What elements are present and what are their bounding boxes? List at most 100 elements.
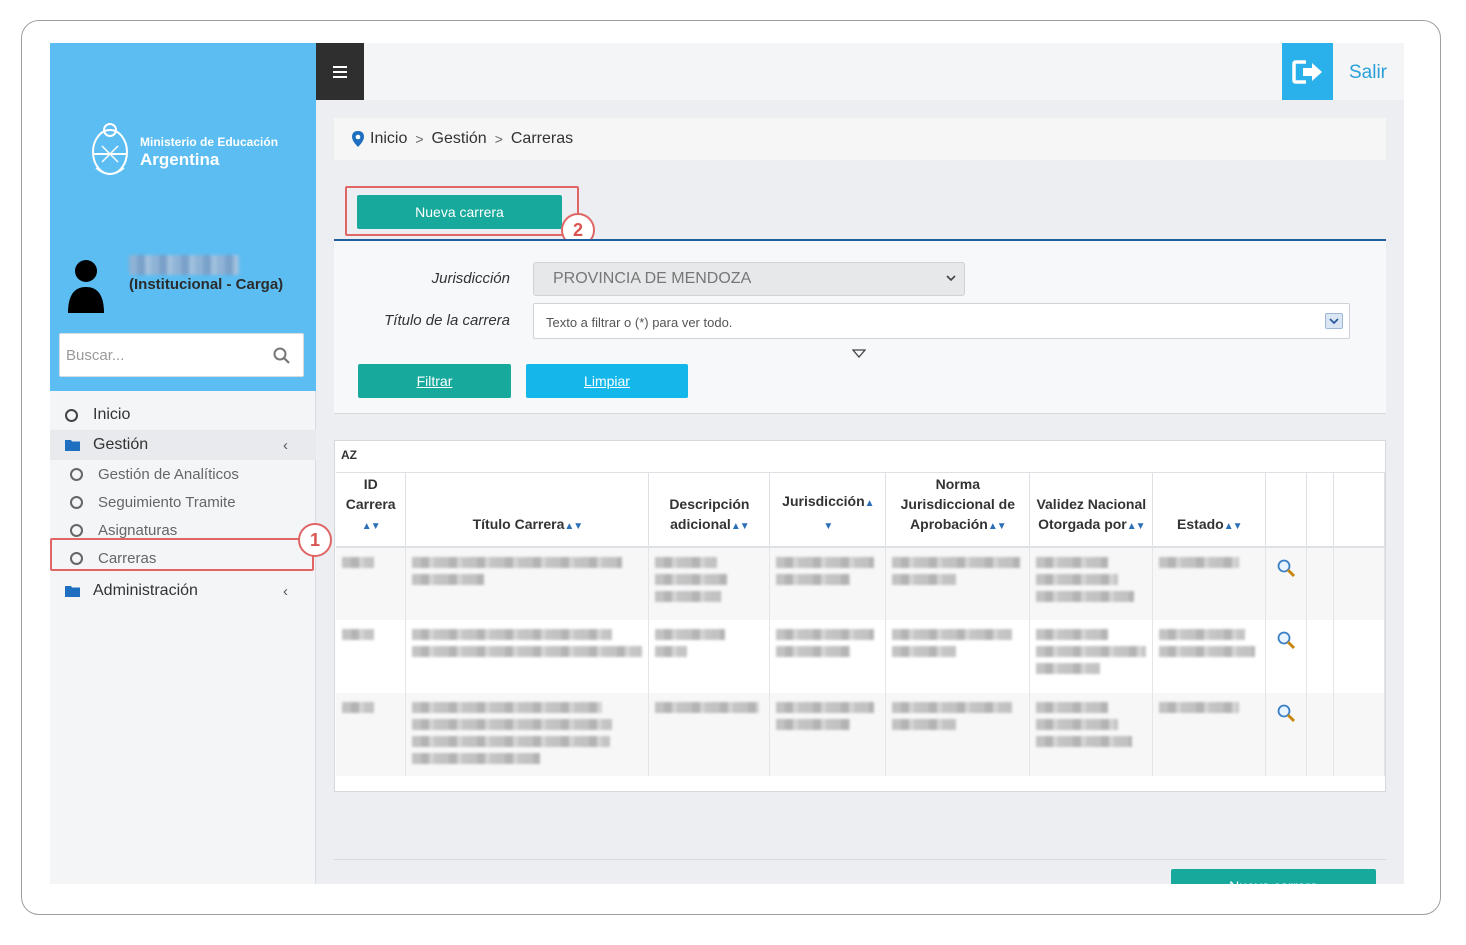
- filter-panel: Jurisdicción PROVINCIA DE MENDOZA Título…: [334, 239, 1386, 414]
- cell-descripcion: [648, 619, 771, 693]
- sort-arrows-icon[interactable]: ▲▼: [1224, 521, 1243, 532]
- menu-toggle-button[interactable]: [316, 43, 364, 100]
- sidebar-header: Ministerio de Educación Argentina (Insti…: [50, 43, 316, 391]
- annotation-box-2: [345, 186, 579, 236]
- sort-arrows-icon[interactable]: ▲▼: [362, 521, 381, 532]
- cell-validez: [1029, 546, 1154, 620]
- sidebar-item-label: Asignaturas: [98, 521, 178, 539]
- cell-empty: [1306, 692, 1335, 776]
- clear-button[interactable]: Limpiar: [526, 364, 688, 398]
- jurisdiction-select[interactable]: PROVINCIA DE MENDOZA: [533, 262, 965, 296]
- cell-titulo: [405, 546, 650, 620]
- cell-titulo: [405, 692, 650, 776]
- sort-down-icon[interactable]: ▼: [823, 521, 833, 532]
- sort-arrows-icon[interactable]: ▲▼: [731, 521, 750, 532]
- cell-empty: [1306, 546, 1335, 620]
- circle-icon: [70, 495, 83, 509]
- sidebar-item-gestion-analiticos[interactable]: Gestión de Analíticos: [50, 460, 316, 488]
- brand-line-2: Argentina: [140, 150, 220, 169]
- logout-button[interactable]: [1282, 43, 1333, 100]
- annotation-box-1: [50, 538, 314, 571]
- app-window: Ministerio de Educación Argentina (Insti…: [50, 43, 1404, 884]
- table-row: [336, 619, 1385, 693]
- expand-filters-icon[interactable]: [852, 349, 866, 359]
- cell-norma: [885, 619, 1031, 693]
- user-role: (Institucional - Carga): [129, 276, 284, 293]
- cell-norma: [885, 546, 1031, 620]
- sidebar-item-seguimiento-tramite[interactable]: Seguimiento Tramite: [50, 488, 316, 516]
- folder-icon: [65, 440, 80, 451]
- sidebar-item-label: Inicio: [93, 406, 131, 423]
- cell-view: [1265, 692, 1308, 776]
- sort-up-icon[interactable]: ▲: [865, 498, 875, 509]
- career-title-combobox: [533, 303, 1350, 339]
- magnifier-icon[interactable]: [1276, 630, 1296, 650]
- breadcrumb-inicio[interactable]: Inicio: [370, 130, 407, 148]
- ministry-logo[interactable]: Ministerio de Educación Argentina: [90, 118, 290, 180]
- new-career-button-bottom[interactable]: Nueva carrera: [1171, 869, 1376, 884]
- career-title-dropdown-button[interactable]: [1325, 313, 1343, 329]
- cell-estado: [1152, 619, 1267, 693]
- cell-jurisdiccion: [769, 692, 887, 776]
- user-avatar-icon: [68, 260, 104, 313]
- breadcrumb-gestion[interactable]: Gestión: [432, 130, 487, 148]
- col-titulo-carrera[interactable]: Título Carrera▲▼: [405, 472, 650, 548]
- logout-label[interactable]: Salir: [1349, 62, 1387, 84]
- magnifier-icon[interactable]: [1276, 703, 1296, 723]
- divider: [334, 859, 1386, 860]
- career-title-input[interactable]: [546, 313, 1306, 331]
- breadcrumb: Inicio > Gestión > Carreras: [334, 118, 1386, 160]
- cell-empty: [1333, 619, 1385, 693]
- col-estado[interactable]: Estado▲▼: [1152, 472, 1267, 548]
- col-action-view: [1265, 472, 1308, 548]
- careers-table: ID Carrera ▲▼ Título Carrera▲▼ Descripción…: [336, 472, 1385, 776]
- cell-id: [336, 692, 407, 776]
- sidebar-search-input[interactable]: [66, 344, 266, 366]
- breadcrumb-separator: >: [415, 131, 424, 147]
- folder-icon: [65, 586, 80, 597]
- cell-titulo: [405, 619, 650, 693]
- circle-icon: [70, 523, 83, 537]
- sidebar-item-label: Administración: [93, 582, 198, 599]
- sidebar-nav: Inicio Gestión ‹ Gestión de Analíticos S…: [50, 400, 316, 606]
- sort-arrows-icon[interactable]: ▲▼: [988, 521, 1007, 532]
- jurisdiction-label: Jurisdicción: [431, 270, 510, 287]
- user-name-redacted: [129, 255, 239, 275]
- sort-arrows-icon[interactable]: ▲▼: [1127, 521, 1146, 532]
- breadcrumb-carreras: Carreras: [510, 130, 574, 147]
- sidebar-item-label: Seguimiento Tramite: [98, 493, 236, 511]
- top-bar: Salir: [316, 43, 1404, 100]
- col-descripcion[interactable]: Descripción adicional▲▼: [648, 472, 771, 548]
- sort-az-icon[interactable]: AZ: [341, 448, 361, 466]
- brand-line-1: Ministerio de Educación: [140, 135, 279, 149]
- col-norma[interactable]: Norma Jurisdiccional de Aprobación▲▼: [885, 472, 1031, 548]
- filter-button[interactable]: Filtrar: [358, 364, 511, 398]
- cell-jurisdiccion: [769, 619, 887, 693]
- annotation-badge-1: 1: [298, 523, 332, 557]
- sort-arrows-icon[interactable]: ▲▼: [564, 521, 583, 532]
- hamburger-icon: [333, 65, 347, 78]
- sidebar-item-gestion[interactable]: Gestión ‹: [50, 430, 316, 460]
- sidebar-item-administracion[interactable]: Administración ‹: [50, 576, 316, 606]
- search-icon[interactable]: [272, 346, 292, 366]
- logout-icon: [1291, 59, 1322, 84]
- col-action-3: [1333, 472, 1385, 548]
- circle-icon: [70, 467, 83, 481]
- col-validez[interactable]: Validez Nacional Otorgada por▲▼: [1029, 472, 1154, 548]
- col-id-carrera[interactable]: ID Carrera ▲▼: [336, 472, 407, 548]
- col-jurisdiccion[interactable]: Jurisdicción▲ ▼: [769, 472, 887, 548]
- cell-norma: [885, 692, 1031, 776]
- main-content: Inicio > Gestión > Carreras Nueva carrer…: [316, 100, 1404, 884]
- table-row: [336, 692, 1385, 776]
- sidebar-item-label: Gestión: [93, 436, 149, 453]
- cell-view: [1265, 619, 1308, 693]
- career-title-label: Título de la carrera: [384, 312, 510, 329]
- cell-view: [1265, 546, 1308, 620]
- sidebar-search: [59, 333, 304, 377]
- sidebar-item-inicio[interactable]: Inicio: [50, 400, 316, 430]
- magnifier-icon[interactable]: [1276, 558, 1296, 578]
- cell-empty: [1333, 546, 1385, 620]
- national-emblem-icon: [92, 123, 128, 175]
- chevron-left-icon: ‹: [283, 582, 288, 600]
- breadcrumb-separator: >: [494, 131, 503, 147]
